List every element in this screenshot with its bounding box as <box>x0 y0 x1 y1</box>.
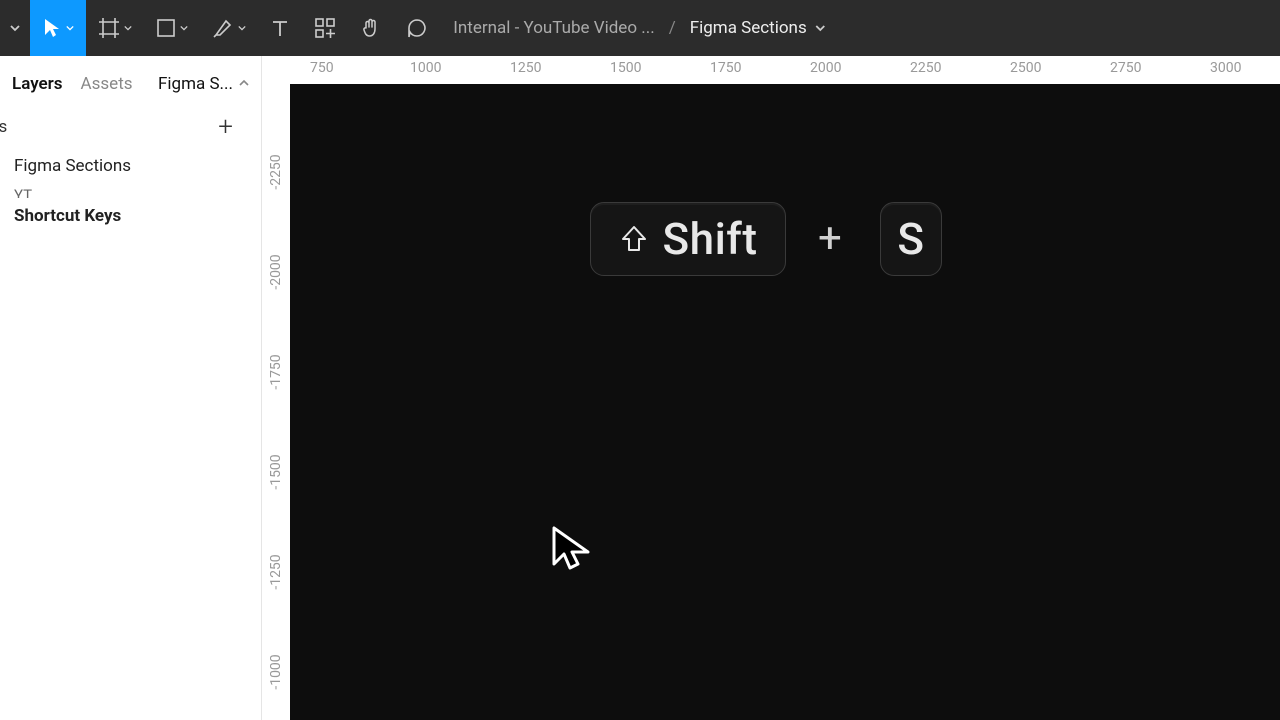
list-item[interactable]: Figma Sections <box>0 148 261 184</box>
list-item[interactable]: YT <box>0 184 261 198</box>
ruler-tick: 2500 <box>1010 60 1041 76</box>
ruler-tick: 750 <box>310 60 334 76</box>
breadcrumb-page-label: Figma Sections <box>690 18 807 38</box>
page-selector[interactable]: Figma S... <box>158 74 249 94</box>
hand-tool[interactable] <box>348 0 394 56</box>
ruler-tick: -1500 <box>268 454 284 489</box>
pages-list: Figma Sections YT Shortcut Keys <box>0 148 261 234</box>
breadcrumb: Internal - YouTube Video ... / Figma Sec… <box>453 18 826 38</box>
breadcrumb-project[interactable]: Internal - YouTube Video ... <box>453 18 654 38</box>
main-area: Layers Assets Figma S... ges + Figma Sec… <box>0 56 1280 720</box>
cursor-icon <box>550 524 594 572</box>
main-menu-button[interactable] <box>0 0 30 56</box>
tab-assets[interactable]: Assets <box>81 74 133 94</box>
keycap-shift: Shift <box>590 202 786 276</box>
chevron-down-icon <box>239 74 249 94</box>
pages-label: ges <box>0 117 7 137</box>
ruler-tick: 2750 <box>1110 60 1141 76</box>
breadcrumb-page-button[interactable]: Figma Sections <box>690 18 827 38</box>
ruler-tick: 1500 <box>610 60 641 76</box>
breadcrumb-separator: / <box>669 18 676 38</box>
list-item[interactable]: Shortcut Keys <box>0 198 261 234</box>
ruler-tick: -1000 <box>268 654 284 689</box>
ruler-tick: 1250 <box>510 60 541 76</box>
ruler-tick: -1750 <box>268 354 284 389</box>
ruler-tick: -2250 <box>268 154 284 189</box>
ruler-tick: 1000 <box>410 60 441 76</box>
text-tool[interactable] <box>258 0 302 56</box>
chevron-down-icon <box>815 22 827 34</box>
resources-tool[interactable] <box>302 0 348 56</box>
keycap-shift-label: Shift <box>663 213 758 265</box>
keycap-s-label: S <box>897 213 924 265</box>
move-tool[interactable] <box>30 0 86 56</box>
pages-header: ges + <box>0 102 261 148</box>
sidebar-tabs: Layers Assets Figma S... <box>0 56 261 102</box>
page-selector-label: Figma S... <box>158 74 233 94</box>
pen-tool[interactable] <box>200 0 258 56</box>
canvas-wrap: 750 1000 1250 1500 1750 2000 2250 2500 2… <box>262 56 1280 720</box>
canvas[interactable]: Shift + S <box>290 84 1280 720</box>
shape-tool[interactable] <box>144 0 200 56</box>
left-sidebar: Layers Assets Figma S... ges + Figma Sec… <box>0 56 262 720</box>
horizontal-ruler: 750 1000 1250 1500 1750 2000 2250 2500 2… <box>262 56 1280 84</box>
ruler-tick: 2000 <box>810 60 841 76</box>
ruler-tick: 3000 <box>1210 60 1241 76</box>
ruler-tick: -2000 <box>268 254 284 289</box>
tab-layers[interactable]: Layers <box>12 74 63 94</box>
ruler-tick: 2250 <box>910 60 941 76</box>
ruler-tick: -1250 <box>268 554 284 589</box>
add-page-button[interactable]: + <box>218 112 247 142</box>
vertical-ruler: -2250 -2000 -1750 -1500 -1250 -1000 <box>262 84 290 720</box>
frame-tool[interactable] <box>86 0 144 56</box>
plus-sign: + <box>818 214 842 263</box>
shift-arrow-icon <box>619 224 649 254</box>
ruler-tick: 1750 <box>710 60 741 76</box>
comment-tool[interactable] <box>394 0 440 56</box>
keycap-s: S <box>880 202 942 276</box>
top-toolbar: Internal - YouTube Video ... / Figma Sec… <box>0 0 1280 56</box>
